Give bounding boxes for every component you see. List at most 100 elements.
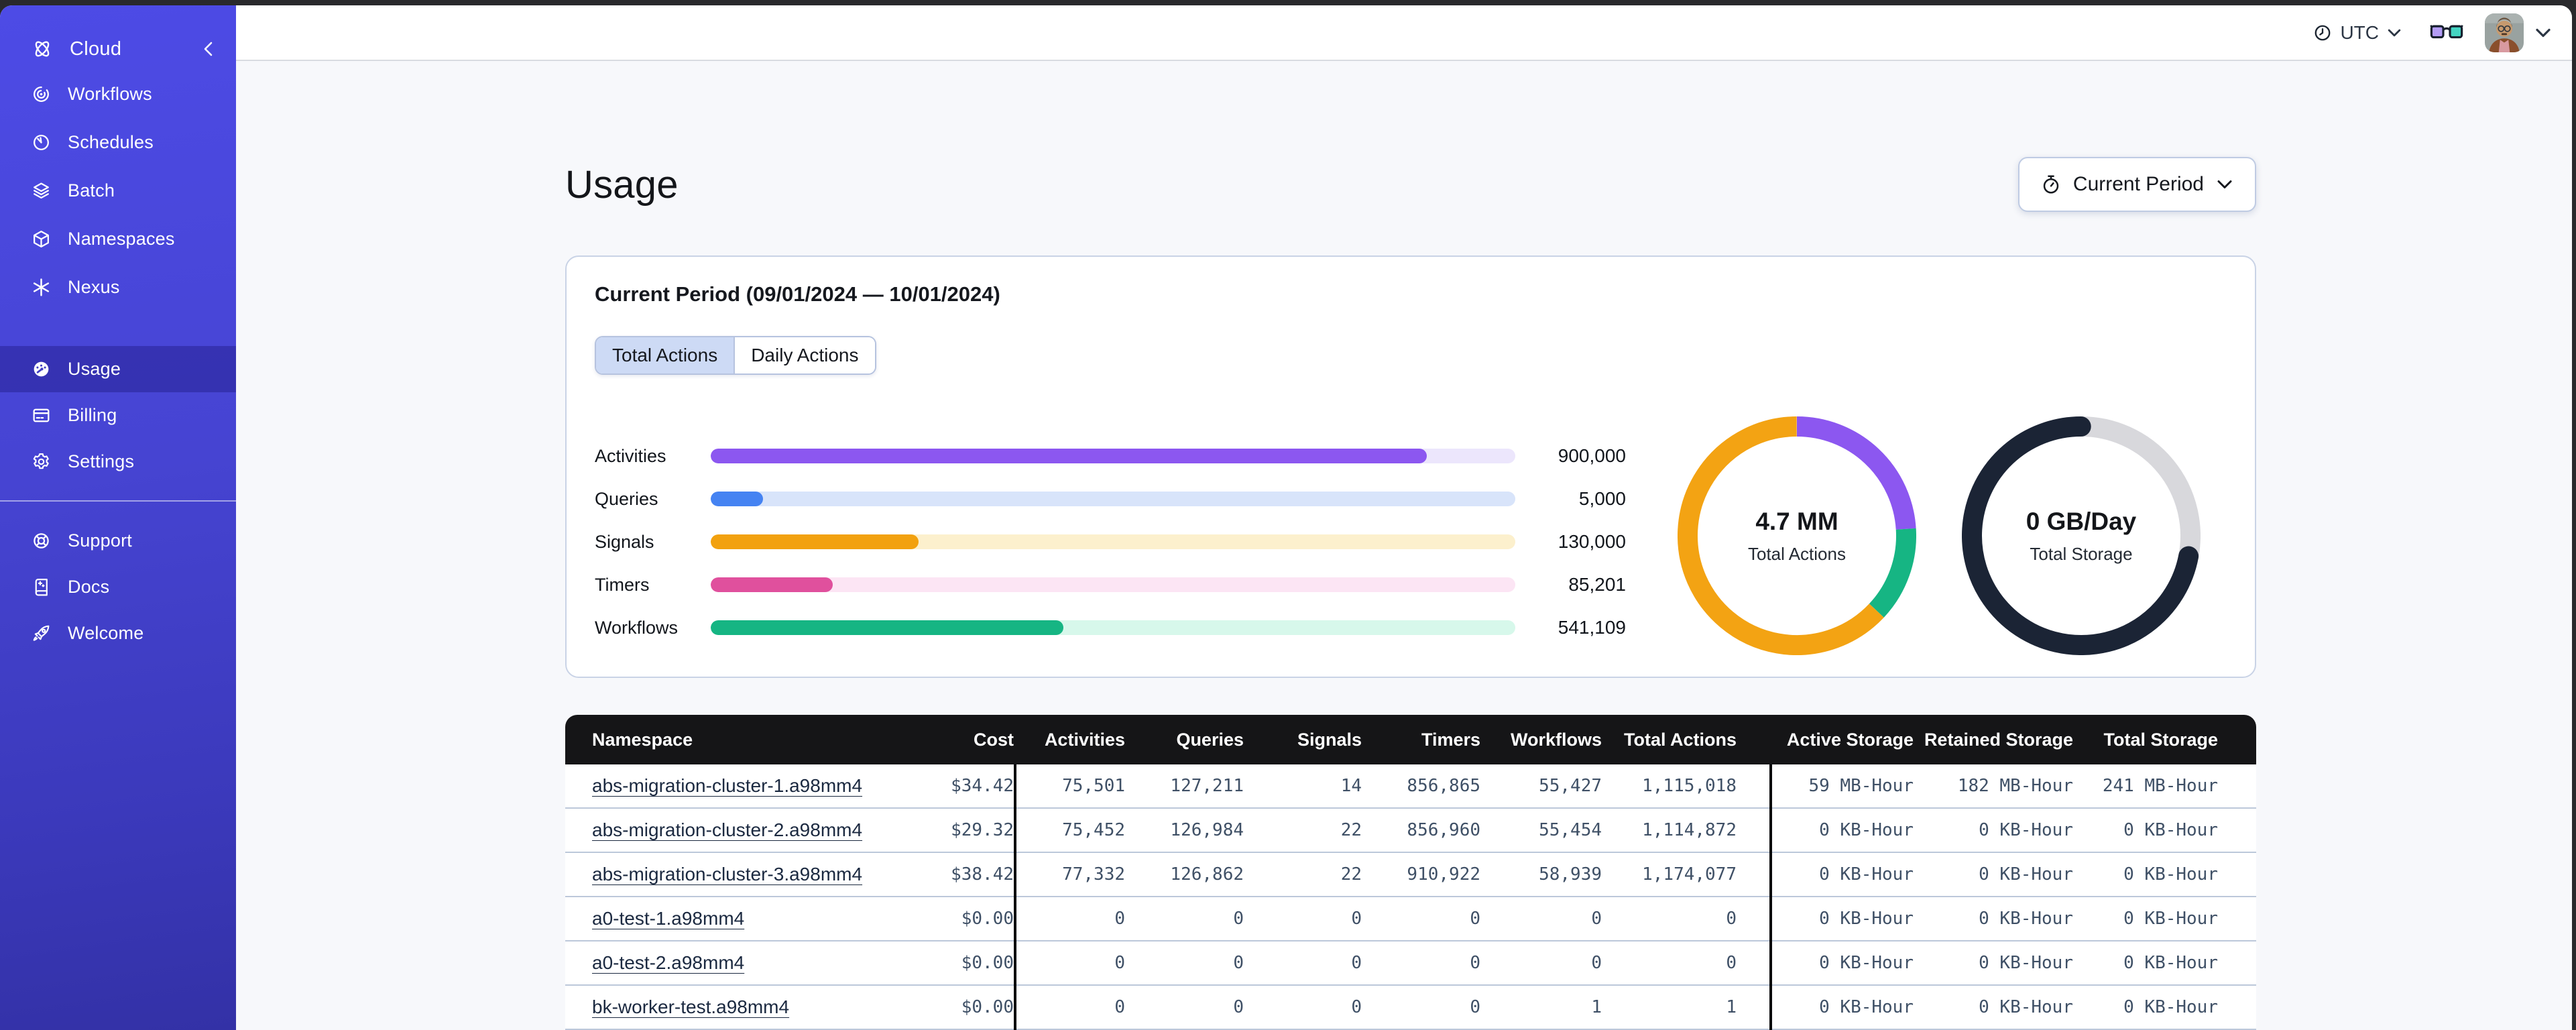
sidebar-item-docs[interactable]: Docs	[0, 564, 236, 610]
table-cell: 182 MB-Hour	[1914, 776, 2073, 796]
table-cell: 1,174,077	[1602, 864, 1737, 884]
table-cell: $38.42	[914, 864, 1014, 884]
table-cell: 0	[1125, 953, 1244, 973]
topbar: UTC	[236, 5, 2572, 61]
donut-segment-activities	[1797, 426, 1906, 529]
sidebar-item-support[interactable]: Support	[0, 518, 236, 564]
sidebar-item-nexus[interactable]: Nexus	[0, 263, 236, 311]
table-cell: 0 KB-Hour	[1769, 997, 1914, 1017]
account-chevron-down-icon[interactable]	[2533, 23, 2553, 43]
bar-fill	[711, 620, 1063, 635]
sidebar-item-label: Docs	[68, 577, 109, 597]
sidebar-item-label: Namespaces	[68, 229, 175, 249]
tab-total-actions[interactable]: Total Actions	[596, 337, 734, 374]
sidebar-item-namespaces[interactable]: Namespaces	[0, 215, 236, 263]
bar-row-signals: Signals 130,000	[595, 528, 1626, 555]
sidebar-item-label: Support	[68, 530, 132, 551]
table-cell: 856,865	[1362, 776, 1480, 796]
total-storage-donut: 0 GB/Day Total Storage	[1962, 416, 2201, 655]
card-title: Current Period (09/01/2024 — 10/01/2024)	[595, 282, 1000, 306]
welcome-rocket-icon	[31, 623, 52, 644]
column-header-queries: Queries	[1125, 730, 1244, 750]
sidebar-item-billing[interactable]: Billing	[0, 392, 236, 439]
table-cell: $0.00	[914, 997, 1014, 1017]
page-title: Usage	[565, 162, 679, 207]
table-cell: 0	[1125, 997, 1244, 1017]
table-row: abs-migration-cluster-3.a98mm4 $38.4277,3…	[565, 853, 2256, 897]
namespace-link[interactable]: a0-test-1.a98mm4	[592, 908, 744, 929]
bar-fill	[711, 492, 763, 506]
namespace-link[interactable]: a0-test-2.a98mm4	[592, 952, 744, 973]
donut-segment-remaining	[2081, 426, 2190, 557]
sidebar-item-settings[interactable]: Settings	[0, 439, 236, 485]
bar-label: Queries	[595, 489, 711, 510]
column-header-total-actions: Total Actions	[1602, 730, 1737, 750]
table-cell: 0 KB-Hour	[1914, 864, 2073, 884]
table-cell: 58,939	[1480, 864, 1602, 884]
table-cell: 0 KB-Hour	[1769, 864, 1914, 884]
namespace-link[interactable]: bk-worker-test.a98mm4	[592, 996, 789, 1017]
namespace-link[interactable]: abs-migration-cluster-3.a98mm4	[592, 864, 862, 884]
donut-segment-workflows	[1877, 529, 1906, 611]
bar-value: 130,000	[1515, 531, 1626, 553]
nerd-glasses-icon[interactable]	[2430, 22, 2463, 44]
sidebar-item-workflows[interactable]: Workflows	[0, 70, 236, 118]
billing-icon	[31, 405, 52, 426]
bar-label: Activities	[595, 446, 711, 467]
table-cell: 0 KB-Hour	[2073, 820, 2218, 840]
sidebar-item-label: Billing	[68, 405, 117, 426]
table-cell: 22	[1244, 820, 1362, 840]
bar-label: Signals	[595, 532, 711, 553]
period-button-label: Current Period	[2073, 173, 2204, 196]
table-cell: 14	[1244, 776, 1362, 796]
table-header-row: Namespace Cost Activities Queries Signal…	[565, 715, 2256, 764]
bar-label: Timers	[595, 575, 711, 595]
column-header-namespace: Namespace	[565, 730, 914, 750]
batch-icon	[31, 180, 52, 201]
bar-fill	[711, 577, 833, 592]
sidebar-item-schedules[interactable]: Schedules	[0, 118, 236, 166]
table-cell: 0 KB-Hour	[2073, 997, 2218, 1017]
bar-row-timers: Timers 85,201	[595, 571, 1626, 598]
period-selector-button[interactable]: Current Period	[2018, 157, 2256, 212]
collapse-sidebar-icon[interactable]	[200, 40, 217, 58]
table-cell: 77,332	[1014, 864, 1125, 884]
table-cell: 59 MB-Hour	[1769, 776, 1914, 796]
sidebar-item-label: Settings	[68, 451, 134, 472]
app-window: Cloud Workflows	[0, 5, 2572, 1030]
column-header-retained-storage: Retained Storage	[1914, 730, 2073, 750]
namespace-link[interactable]: abs-migration-cluster-1.a98mm4	[592, 775, 862, 796]
total-actions-donut: 4.7 MM Total Actions	[1678, 416, 1916, 655]
tab-daily-actions[interactable]: Daily Actions	[734, 337, 874, 374]
table-cell: 1	[1480, 997, 1602, 1017]
table-cell: 0 KB-Hour	[1769, 909, 1914, 929]
table-cell: 127,211	[1125, 776, 1244, 796]
table-cell: 910,922	[1362, 864, 1480, 884]
bar-track	[711, 492, 1515, 506]
column-header-workflows: Workflows	[1480, 730, 1602, 750]
chevron-down-icon	[2215, 174, 2235, 194]
nexus-icon	[31, 277, 52, 298]
temporal-cloud-logo-icon	[31, 38, 54, 60]
table-row: abs-migration-cluster-1.a98mm4$34.4275,5…	[565, 764, 2256, 809]
table-cell: 126,984	[1125, 820, 1244, 840]
timezone-selector[interactable]: UTC	[2312, 22, 2403, 44]
avatar[interactable]	[2485, 13, 2524, 52]
table-cell: $34.42	[914, 776, 1014, 796]
sidebar-item-batch[interactable]: Batch	[0, 166, 236, 215]
table-cell: 0	[1244, 953, 1362, 973]
donut-segment-other-actions	[1688, 426, 1877, 645]
table-cell: 0 KB-Hour	[1769, 953, 1914, 973]
namespace-link[interactable]: abs-migration-cluster-2.a98mm4	[592, 819, 862, 840]
table-cell: 55,454	[1480, 820, 1602, 840]
column-header-activities: Activities	[1014, 730, 1125, 750]
bar-row-queries: Queries 5,000	[595, 485, 1626, 512]
support-icon	[31, 530, 52, 551]
bar-value: 900,000	[1515, 445, 1626, 467]
bar-track	[711, 534, 1515, 549]
sidebar-item-usage[interactable]: Usage	[0, 346, 236, 392]
sidebar-item-welcome[interactable]: Welcome	[0, 610, 236, 656]
namespace-usage-table: Namespace Cost Activities Queries Signal…	[565, 715, 2256, 1030]
table-cell: 241 MB-Hour	[2073, 776, 2218, 796]
table-cell: $29.32	[914, 820, 1014, 840]
